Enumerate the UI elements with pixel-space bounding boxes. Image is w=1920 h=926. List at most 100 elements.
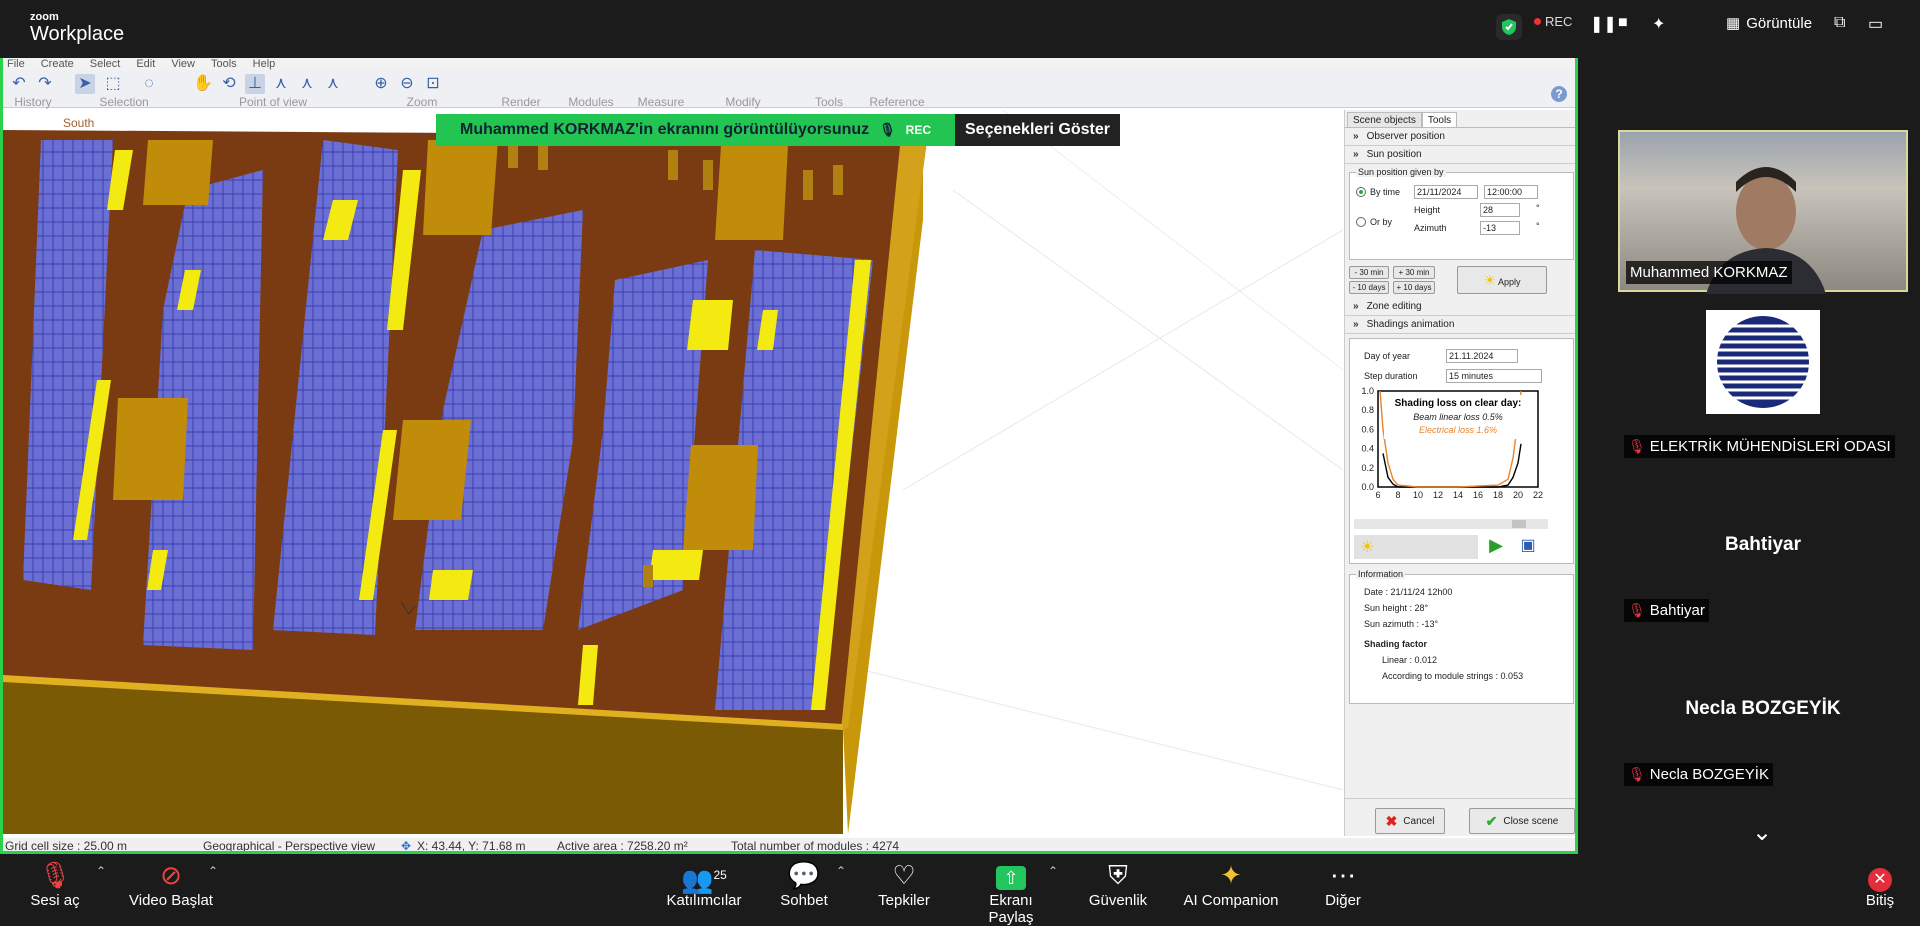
grid-view-icon: ▦ — [1726, 15, 1741, 32]
axis-view-icon[interactable]: ⊥ — [245, 74, 265, 94]
view-axis-3-icon[interactable]: ⋏ — [297, 74, 317, 94]
day-of-year-field[interactable]: 21.11.2024 — [1446, 349, 1518, 363]
cancel-button[interactable]: ✖ Cancel — [1375, 808, 1445, 834]
participant-tile-video[interactable]: Muhammed KORKMAZ — [1618, 130, 1908, 294]
sun-icon: ☀ — [1360, 539, 1375, 556]
redo-icon[interactable]: ↷ — [35, 74, 55, 94]
menu-edit[interactable]: Edit — [136, 58, 155, 70]
time-field[interactable]: 12:00:00 — [1484, 185, 1538, 199]
azimuth-field[interactable]: -13 — [1480, 221, 1520, 235]
by-time-label: By time — [1370, 187, 1401, 197]
lasso-select-icon[interactable]: ◌ — [139, 74, 159, 94]
rotate-view-icon[interactable]: ⟲ — [219, 74, 239, 94]
ai-sparkle-icon[interactable]: ✦ — [1652, 14, 1665, 34]
plus-10-days-button[interactable]: + 10 days — [1393, 281, 1435, 294]
plus-30-min-button[interactable]: + 30 min — [1393, 266, 1435, 279]
recording-indicator[interactable]: REC — [1534, 14, 1572, 29]
section-observer-position[interactable]: » Observer position — [1345, 128, 1575, 146]
section-zone-editing[interactable]: » Zone editing — [1345, 298, 1575, 316]
step-duration-select[interactable]: 15 minutes — [1446, 369, 1542, 383]
chat-label: Sohbet — [780, 892, 828, 909]
pan-hand-icon[interactable]: ✋ — [193, 74, 213, 94]
rect-select-icon[interactable]: ⬚ — [103, 74, 123, 94]
participant-tile-org[interactable]: 🎙 ELEKTRİK MÜHENDİSLERİ ODASI — [1618, 302, 1908, 464]
participant-name: Muhammed KORKMAZ — [1630, 264, 1788, 281]
undo-icon[interactable]: ↶ — [9, 74, 29, 94]
caret-up-icon[interactable]: ⌃ — [208, 864, 218, 878]
caret-up-icon[interactable]: ⌃ — [96, 864, 106, 878]
stop-record-icon[interactable]: ■ — [1618, 14, 1628, 32]
menu-view[interactable]: View — [171, 58, 195, 70]
section-shadings-animation[interactable]: » Shadings animation — [1345, 316, 1575, 334]
start-video-button[interactable]: ⊘ Video Başlat ⌃ — [126, 858, 218, 909]
date-field[interactable]: 21/11/2024 — [1414, 185, 1478, 199]
by-time-radio[interactable] — [1356, 187, 1366, 197]
help-icon[interactable]: ? — [1551, 86, 1567, 102]
more-button[interactable]: ⋯ Diğer — [1320, 858, 1366, 909]
minimize-window-icon[interactable]: ▭ — [1868, 14, 1883, 34]
participant-tile-bahtiyar[interactable]: Bahtiyar 🎙 Bahtiyar — [1618, 466, 1908, 628]
view-axis-4-icon[interactable]: ⋏ — [323, 74, 343, 94]
menu-file[interactable]: File — [7, 58, 25, 70]
or-by-radio[interactable] — [1356, 217, 1366, 227]
view-button[interactable]: ▦ Görüntüle — [1726, 14, 1812, 33]
section-shadings-label: Shadings animation — [1366, 319, 1455, 330]
toolbar-group-selection: ➤ ⬚ ◌ Selection — [69, 72, 179, 109]
security-shield-icon[interactable] — [1496, 14, 1522, 40]
collapse-chevron-icon: » — [1353, 319, 1359, 330]
participant-tile-necla[interactable]: Necla BOZGEYİK 🎙 Necla BOZGEYİK — [1618, 630, 1908, 792]
chat-button[interactable]: 💬 Sohbet ⌃ — [778, 858, 846, 909]
scrollbar-thumb[interactable] — [1512, 520, 1526, 528]
reactions-button[interactable]: ♡ Tepkiler — [874, 858, 934, 909]
shading-linear: Linear : 0.012 — [1382, 655, 1438, 665]
zoom-out-icon[interactable]: ⊖ — [397, 74, 417, 94]
3d-viewport[interactable]: South — [3, 110, 1343, 834]
menu-create[interactable]: Create — [41, 58, 74, 70]
status-coordinates: X: 43.44, Y: 71.68 m — [417, 839, 526, 853]
toolbar-group-point-of-view: ✋ ⟲ ⊥ ⋏ ⋏ ⋏ Point of view — [193, 72, 353, 109]
zoom-in-icon[interactable]: ⊕ — [371, 74, 391, 94]
heart-icon: ♡ — [892, 860, 916, 890]
menu-help[interactable]: Help — [253, 58, 276, 70]
record-dot-icon — [1534, 18, 1541, 25]
x-tick-label: 22 — [1533, 490, 1543, 500]
zoom-fit-icon[interactable]: ⊡ — [423, 74, 443, 94]
caret-up-icon[interactable]: ⌃ — [1048, 864, 1058, 878]
height-field[interactable]: 28 — [1480, 203, 1520, 217]
or-by-label: Or by — [1370, 217, 1393, 227]
play-icon[interactable]: ▶ — [1482, 535, 1510, 559]
tab-tools[interactable]: Tools — [1421, 112, 1458, 127]
ai-companion-button[interactable]: ✦ AI Companion — [1176, 858, 1286, 909]
toolbar-label-point-of-view: Point of view — [238, 95, 308, 109]
close-scene-button[interactable]: ✔ Close scene — [1469, 808, 1575, 834]
minus-30-min-button[interactable]: - 30 min — [1349, 266, 1389, 279]
pause-record-icon[interactable]: ❚❚ — [1590, 14, 1617, 34]
tab-scene-objects[interactable]: Scene objects — [1347, 112, 1422, 127]
step-duration-label: Step duration — [1364, 371, 1418, 381]
unmute-button[interactable]: 🎙 Sesi aç ⌃ — [30, 858, 106, 909]
sun-box-legend: Sun position given by — [1356, 167, 1446, 177]
save-icon[interactable]: ▣ — [1514, 535, 1542, 559]
section-zone-label: Zone editing — [1366, 301, 1422, 312]
minus-10-days-button[interactable]: - 10 days — [1349, 281, 1389, 294]
more-label: Diğer — [1325, 892, 1361, 909]
caret-up-icon[interactable]: ⌃ — [836, 864, 846, 878]
participants-button[interactable]: 👥25 Katılımcılar — [664, 858, 744, 909]
menu-select[interactable]: Select — [90, 58, 121, 70]
view-options-button[interactable]: Seçenekleri Göster — [955, 114, 1120, 146]
security-button[interactable]: ⛨ Güvenlik — [1088, 858, 1148, 909]
section-sun-position[interactable]: » Sun position — [1345, 146, 1575, 164]
chart-scrollbar[interactable] — [1354, 519, 1548, 529]
scroll-down-chevron-icon[interactable]: ⌄ — [1752, 818, 1772, 847]
end-meeting-button[interactable]: ✕ Bitiş — [1856, 858, 1904, 909]
apply-button[interactable]: ☀ Apply — [1457, 266, 1547, 294]
y-tick-label: 0.8 — [1361, 405, 1374, 415]
view-axis-2-icon[interactable]: ⋏ — [271, 74, 291, 94]
end-x-icon: ✕ — [1856, 858, 1904, 892]
immersive-view-icon[interactable]: ⧉ — [1834, 14, 1845, 32]
status-total-modules: Total number of modules : 4274 — [731, 839, 900, 853]
share-screen-button[interactable]: ⇧ Ekranı Paylaş ⌃ — [966, 858, 1058, 926]
mic-muted-icon: 🎙 — [1628, 602, 1646, 618]
menu-tools[interactable]: Tools — [211, 58, 237, 70]
pointer-icon[interactable]: ➤ — [75, 74, 95, 94]
